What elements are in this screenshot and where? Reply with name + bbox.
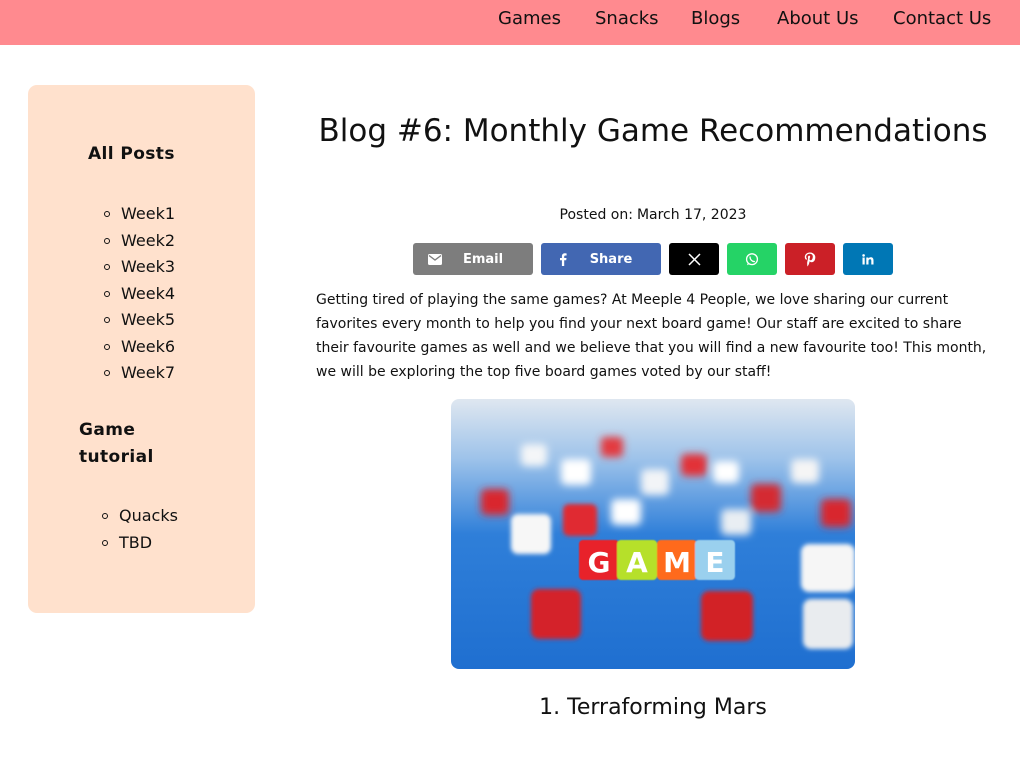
list-item: Week2 xyxy=(103,228,175,255)
nav-blogs[interactable]: Blogs xyxy=(691,8,740,29)
posts-list: Week1 Week2 Week3 Week4 Week5 Week6 Week… xyxy=(103,201,175,387)
x-icon xyxy=(687,252,701,266)
hero-letter-m: M xyxy=(663,546,691,579)
nav-contact-us[interactable]: Contact Us xyxy=(893,8,991,29)
share-pinterest-button[interactable] xyxy=(785,243,835,275)
posted-label: Posted on: xyxy=(559,207,633,223)
share-facebook-button[interactable]: Share xyxy=(541,243,661,275)
page-title: Blog #6: Monthly Game Recommendations xyxy=(318,113,988,149)
tutorial-link-quacks[interactable]: Quacks xyxy=(119,506,178,525)
list-item: Week3 xyxy=(103,254,175,281)
list-item: Week1 xyxy=(103,201,175,228)
list-item: Week7 xyxy=(103,360,175,387)
list-item: Week5 xyxy=(103,307,175,334)
posted-date: Posted on: March 17, 2023 xyxy=(316,207,990,223)
nav-games[interactable]: Games xyxy=(498,8,561,29)
whatsapp-icon xyxy=(745,252,759,266)
game-dice-image: G A M E xyxy=(451,399,855,669)
list-item: TBD xyxy=(101,530,178,557)
post-link-week7[interactable]: Week7 xyxy=(121,363,175,382)
tutorial-list: Quacks TBD xyxy=(101,503,178,556)
list-item: Week4 xyxy=(103,281,175,308)
facebook-icon xyxy=(556,252,570,266)
hero-letter-e: E xyxy=(705,546,724,579)
list-item: Week6 xyxy=(103,334,175,361)
post-link-week4[interactable]: Week4 xyxy=(121,284,175,303)
post-link-week3[interactable]: Week3 xyxy=(121,257,175,276)
nav-about-us[interactable]: About Us xyxy=(777,8,859,29)
top-nav: Games Snacks Blogs About Us Contact Us xyxy=(0,0,1020,45)
tutorial-link-tbd[interactable]: TBD xyxy=(119,533,152,552)
share-email-label: Email xyxy=(462,251,504,267)
all-posts-heading: All Posts xyxy=(88,144,175,164)
game-tutorial-heading: Game tutorial xyxy=(79,420,154,467)
posted-date-value: March 17, 2023 xyxy=(636,207,747,223)
post-link-week6[interactable]: Week6 xyxy=(121,337,175,356)
share-linkedin-button[interactable] xyxy=(843,243,893,275)
bottom-strip xyxy=(0,762,1020,766)
post-link-week5[interactable]: Week5 xyxy=(121,310,175,329)
share-whatsapp-button[interactable] xyxy=(727,243,777,275)
sidebar: All Posts Week1 Week2 Week3 Week4 Week5 … xyxy=(28,85,255,613)
share-x-button[interactable] xyxy=(669,243,719,275)
post-link-week2[interactable]: Week2 xyxy=(121,231,175,250)
hero-letter-g: G xyxy=(588,546,611,579)
pinterest-icon xyxy=(803,252,817,266)
share-email-button[interactable]: Email xyxy=(413,243,533,275)
list-item: Quacks xyxy=(101,503,178,530)
intro-paragraph: Getting tired of playing the same games?… xyxy=(316,292,987,380)
nav-snacks[interactable]: Snacks xyxy=(595,8,659,29)
section-title-terraforming-mars: 1. Terraforming Mars xyxy=(539,695,767,720)
envelope-icon xyxy=(428,252,442,266)
post-link-week1[interactable]: Week1 xyxy=(121,204,175,223)
share-facebook-label: Share xyxy=(589,251,633,267)
linkedin-icon xyxy=(861,252,875,266)
hero-letter-a: A xyxy=(626,546,648,579)
